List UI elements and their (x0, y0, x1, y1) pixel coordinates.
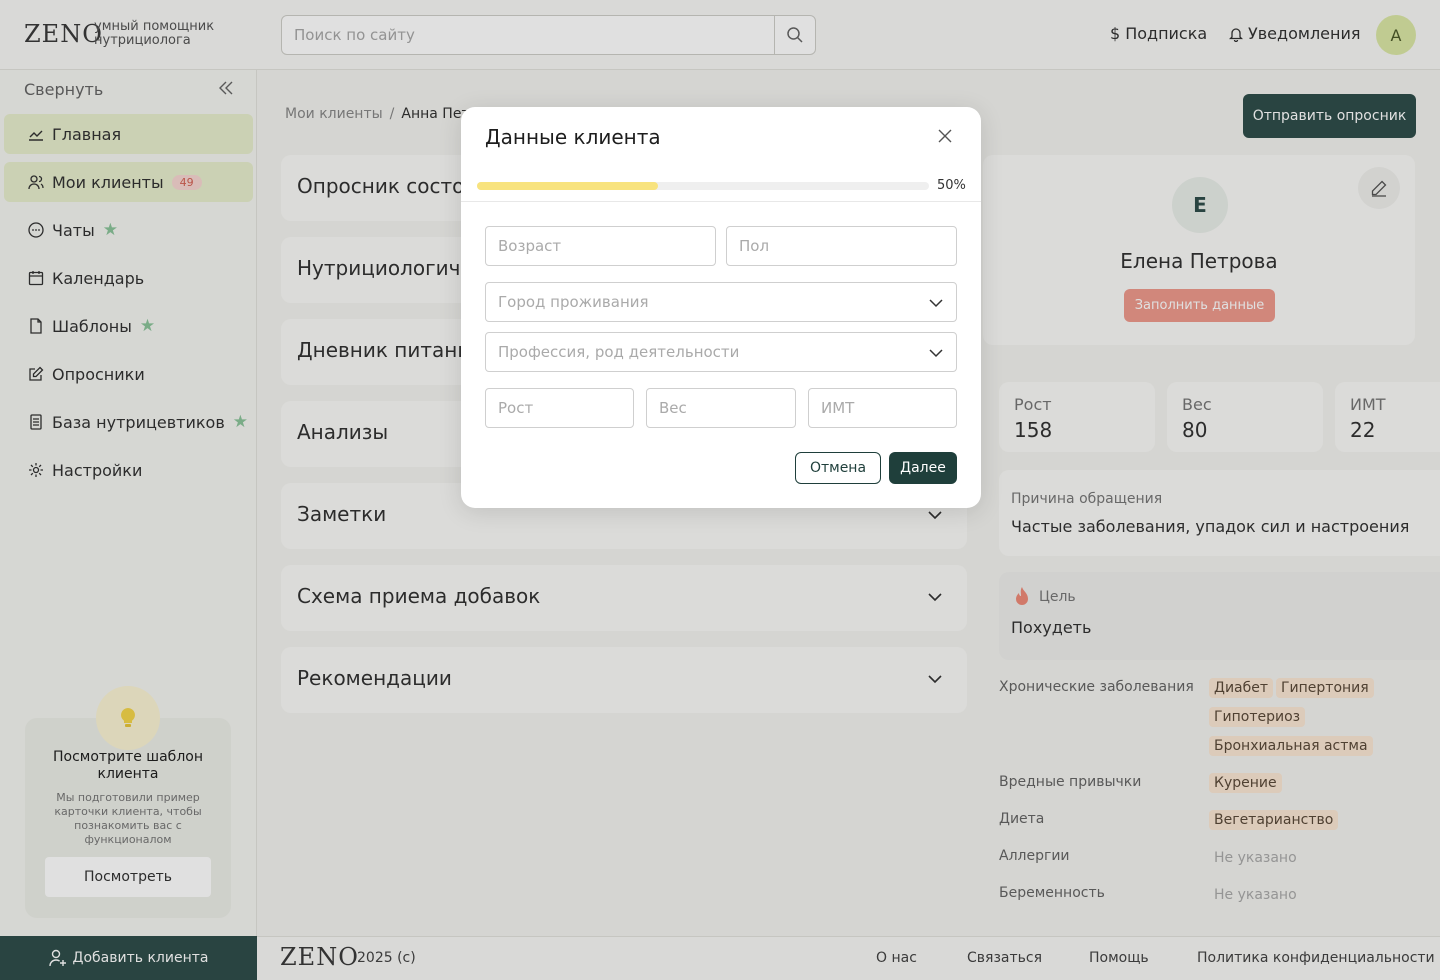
progress-label: 50% (937, 178, 966, 193)
divider (461, 201, 981, 202)
modal-title: Данные клиента (485, 125, 661, 149)
client-data-modal: Данные клиента 50% Город проживания Проф… (461, 107, 981, 508)
weight-input[interactable] (647, 389, 795, 427)
close-button[interactable] (935, 126, 955, 146)
cancel-button[interactable]: Отмена (795, 452, 881, 484)
height-input[interactable] (486, 389, 633, 427)
height-field (485, 388, 634, 428)
city-select-placeholder: Город проживания (498, 293, 649, 311)
bmi-input[interactable] (809, 389, 956, 427)
progress-bar (477, 182, 929, 190)
bmi-field (808, 388, 957, 428)
weight-field (646, 388, 796, 428)
chevron-down-icon (929, 349, 943, 358)
profession-select[interactable]: Профессия, род деятельности (485, 332, 957, 372)
age-input[interactable] (486, 227, 715, 265)
chevron-down-icon (929, 299, 943, 308)
gender-input[interactable] (727, 227, 956, 265)
next-button[interactable]: Далее (889, 452, 957, 484)
age-field (485, 226, 716, 266)
profession-select-placeholder: Профессия, род деятельности (498, 343, 740, 361)
gender-field (726, 226, 957, 266)
progress-fill (477, 182, 658, 190)
city-select[interactable]: Город проживания (485, 282, 957, 322)
close-icon (938, 129, 952, 143)
